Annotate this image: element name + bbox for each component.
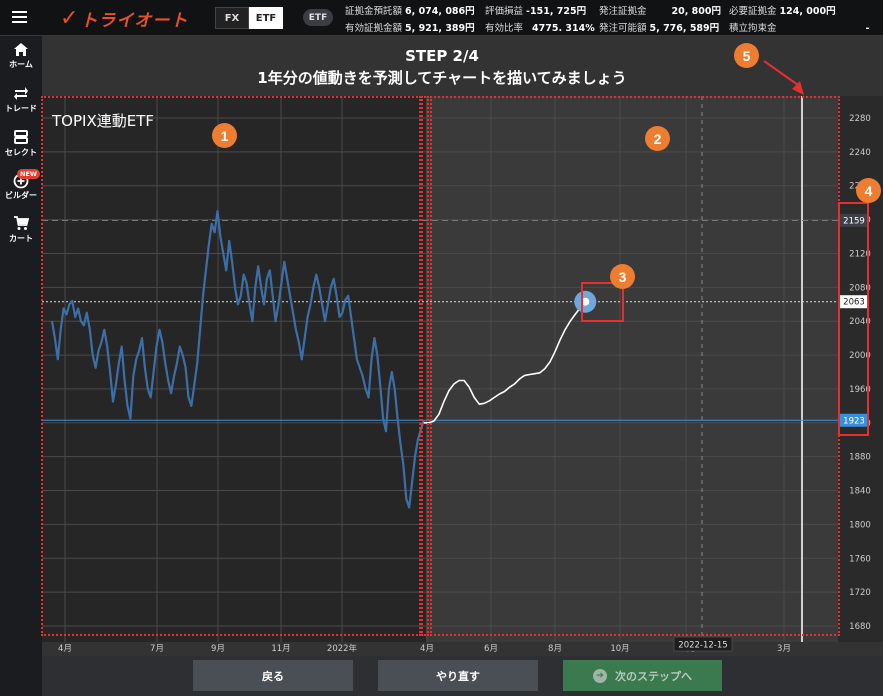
- annotation-badge-1: 1: [212, 123, 237, 148]
- mode-etf-button[interactable]: ETF: [249, 7, 283, 29]
- x-tick-label: 7月: [150, 644, 164, 654]
- arrow-right-icon: ➔: [593, 668, 607, 683]
- nav-builder[interactable]: NEW ビルダー: [0, 169, 42, 201]
- trade-icon: [0, 86, 42, 104]
- app-logo[interactable]: ✓ トライオート: [60, 5, 189, 31]
- home-icon: [0, 42, 42, 60]
- y-tick-label: 1680: [849, 622, 871, 632]
- y-tick-label: 1720: [849, 588, 871, 598]
- logo-text: トライオート: [80, 10, 189, 31]
- x-tick-label: 4月: [420, 644, 434, 654]
- x-tick-label: 10月: [610, 644, 629, 654]
- account-effective: 有効証拠金額 5, 921, 389円: [345, 23, 475, 34]
- side-nav: ホーム トレード セレクト NEW ビルダー カート: [0, 36, 42, 696]
- account-required-margin: 必要証拠金 124, 000円: [729, 6, 836, 17]
- cart-icon: [0, 216, 42, 234]
- back-button[interactable]: 戻る: [193, 660, 353, 691]
- x-tick-label: 11月: [271, 644, 290, 654]
- nav-home[interactable]: ホーム: [0, 42, 42, 70]
- x-tick-label: 6月: [484, 644, 498, 654]
- next-step-label: 次のステップへ: [615, 669, 692, 683]
- nav-select[interactable]: セレクト: [0, 130, 42, 158]
- account-pl: 評価損益 -151, 725円: [485, 6, 587, 17]
- x-tick-label: 9月: [211, 644, 225, 654]
- annotation-box-2: [430, 96, 840, 636]
- account-deposit: 証拠金預託額 6, 074, 086円: [345, 6, 475, 17]
- account-ratio: 有効比率 4775. 314%: [485, 23, 595, 34]
- annotation-badge-5: 5: [734, 43, 759, 68]
- step-indicator: STEP 2/4: [405, 47, 479, 65]
- y-tick-label: 1880: [849, 453, 871, 463]
- y-tick-label: 1800: [849, 520, 871, 530]
- annotation-box-1: [41, 96, 421, 636]
- select-icon: [0, 130, 42, 148]
- annotation-badge-4: 4: [856, 178, 881, 203]
- nav-trade[interactable]: トレード: [0, 86, 42, 114]
- date-marker-label: 2022-12-15: [673, 636, 733, 652]
- annotation-badge-2: 2: [645, 126, 670, 151]
- logo-check-icon: ✓: [60, 5, 79, 31]
- etf-pill[interactable]: ETF: [303, 9, 333, 26]
- x-tick-label: 4月: [58, 644, 72, 654]
- annotation-arrow-5: [763, 60, 804, 95]
- mode-switch: FX ETF: [215, 7, 283, 29]
- step-instruction: 1年分の値動きを予測してチャートを描いてみましょう: [257, 69, 627, 87]
- x-tick-label: 8月: [548, 644, 562, 654]
- y-tick-label: 1840: [849, 487, 871, 497]
- account-orderable: 発注可能額 5, 776, 589円: [599, 23, 720, 34]
- top-bar: ✓ トライオート FX ETF ETF 証拠金預託額 6, 074, 086円 …: [0, 0, 883, 36]
- date-marker-text: 2022-12-15: [678, 641, 727, 651]
- annotation-badge-3: 3: [610, 264, 635, 289]
- nav-cart[interactable]: カート: [0, 216, 42, 244]
- annotation-box-divider: [421, 96, 429, 636]
- new-badge: NEW: [17, 169, 41, 179]
- y-tick-label: 1760: [849, 554, 871, 564]
- x-tick-label: 3月: [777, 644, 791, 654]
- x-tick-label: 2022年: [327, 643, 358, 654]
- menu-icon[interactable]: [12, 11, 27, 23]
- annotation-box-4: [838, 202, 869, 436]
- y-tick-label: 2280: [849, 114, 871, 124]
- redo-button[interactable]: やり直す: [378, 660, 538, 691]
- account-order-margin: 発注証拠金 20, 800円: [599, 6, 722, 17]
- step-header: STEP 2/4 1年分の値動きを予測してチャートを描いてみましょう: [42, 40, 842, 89]
- mode-fx-button[interactable]: FX: [215, 7, 249, 29]
- account-reserve: 積立拘束金 -: [729, 23, 870, 34]
- next-step-button[interactable]: ➔ 次のステップへ: [563, 660, 722, 691]
- y-tick-label: 2240: [849, 148, 871, 158]
